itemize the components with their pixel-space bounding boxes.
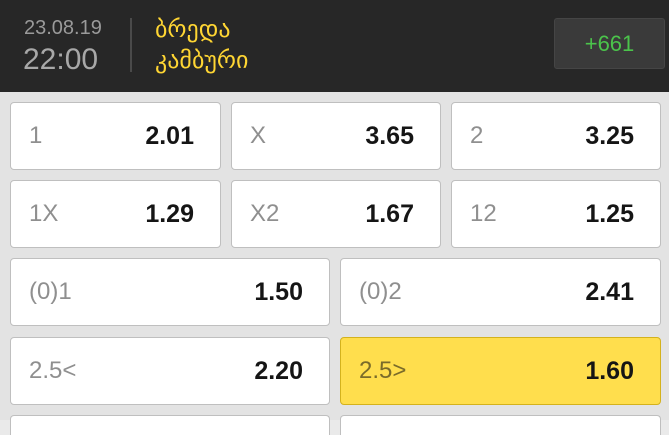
match-time: 22:00	[23, 43, 99, 76]
match-date: 23.08.19	[24, 17, 102, 39]
odds-cell-under[interactable]: 2.5< 2.20	[10, 337, 330, 405]
odds-label: 2	[470, 122, 484, 149]
odds-value: 2.20	[254, 356, 303, 385]
header-divider	[130, 18, 132, 72]
odds-label: X	[250, 122, 267, 149]
odds-label: (0)1	[29, 278, 72, 305]
odds-label: 2.5>	[359, 357, 407, 384]
away-team-name: კამბური	[155, 46, 249, 74]
odds-label: (0)2	[359, 278, 402, 305]
odds-value: 3.65	[365, 121, 414, 150]
odds-label: 2.5<	[29, 357, 77, 384]
odds-value: 1.50	[254, 277, 303, 306]
odds-cell-handicap-2[interactable]: (0)2 2.41	[340, 258, 661, 326]
odds-cell-1[interactable]: 1 2.01	[10, 102, 221, 170]
odds-value: 2.01	[145, 121, 194, 150]
odds-cell-12[interactable]: 12 1.25	[451, 180, 661, 248]
match-header: 23.08.19 22:00 ბრედა კამბური +661	[0, 0, 669, 92]
more-markets-button[interactable]: +661	[554, 18, 665, 69]
odds-cell-1x[interactable]: 1X 1.29	[10, 180, 221, 248]
odds-value: 2.41	[585, 277, 634, 306]
odds-label: 1	[29, 122, 43, 149]
odds-cell-handicap-1[interactable]: (0)1 1.50	[10, 258, 330, 326]
odds-cell-x[interactable]: X 3.65	[231, 102, 441, 170]
odds-cell-over[interactable]: 2.5> 1.60	[340, 337, 661, 405]
odds-value: 1.67	[365, 199, 414, 228]
odds-cell-2[interactable]: 2 3.25	[451, 102, 661, 170]
odds-label: X2	[250, 200, 280, 227]
odds-label: 1X	[29, 200, 59, 227]
odds-value: 1.25	[585, 199, 634, 228]
home-team-name: ბრედა	[155, 15, 231, 43]
odds-value: 1.60	[585, 356, 634, 385]
odds-value: 3.25	[585, 121, 634, 150]
odds-value: 1.29	[145, 199, 194, 228]
odds-label: 12	[470, 200, 497, 227]
odds-grid: 1 2.01 X 3.65 2 3.25 1X 1.29 X2 1.67 12 …	[0, 92, 669, 435]
odds-cell-partial-right[interactable]	[340, 415, 661, 435]
odds-cell-partial-left[interactable]	[10, 415, 330, 435]
odds-cell-x2[interactable]: X2 1.67	[231, 180, 441, 248]
